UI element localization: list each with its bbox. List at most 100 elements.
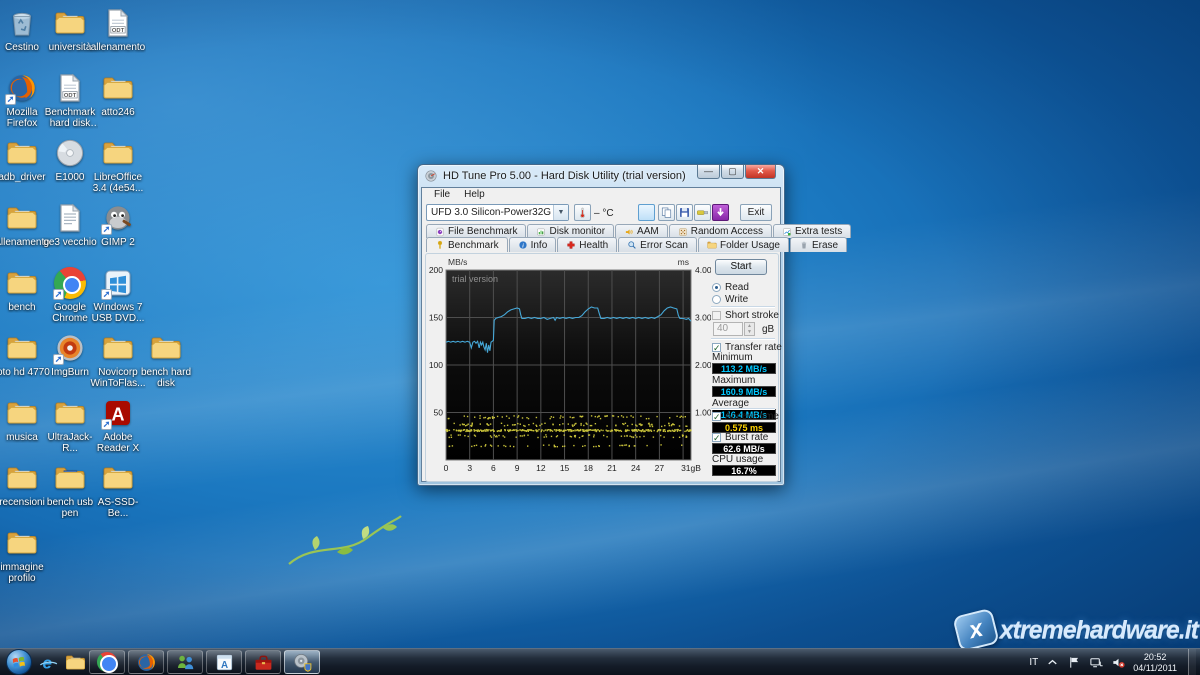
desktop-icon-windows-7-usb-dvd[interactable]: ➚Windows 7 USB DVD... [90, 266, 146, 324]
cpu-usage-value: 16.7% [712, 465, 776, 476]
folder-icon [5, 331, 39, 365]
divider [711, 408, 775, 410]
recycle-icon [5, 6, 39, 40]
shortcut-arrow-icon: ➚ [53, 354, 64, 365]
taskbar-item-messenger[interactable] [167, 650, 203, 674]
svg-text:50: 50 [434, 408, 444, 418]
desktop-icon-bench-hard-disk[interactable]: bench hard disk [138, 331, 194, 389]
desktop-icon-atto246[interactable]: atto246 [90, 71, 146, 118]
title-bar[interactable]: HD Tune Pro 5.00 - Hard Disk Utility (tr… [418, 165, 784, 187]
volume-muted-icon[interactable] [1111, 655, 1126, 670]
menu-item-file[interactable]: File [427, 188, 457, 202]
desktop-icon-as-ssd-be[interactable]: AS-SSD-Be... [90, 461, 146, 519]
stroke-size-input[interactable]: 40 [713, 322, 743, 336]
tab-file-benchmark[interactable]: File Benchmark [426, 224, 526, 238]
save-icon [678, 206, 691, 219]
tab-erase[interactable]: Erase [790, 237, 847, 252]
access-time-checkbox[interactable]: Access time [712, 411, 779, 422]
tab-label: Random Access [691, 226, 763, 237]
capture-button[interactable] [638, 204, 655, 221]
desktop-icon-label: LibreOffice 3.4 (4e54... [90, 172, 146, 194]
tab-info[interactable]: iInfo [509, 237, 557, 252]
tab-label: Extra tests [795, 226, 842, 237]
svg-text:31gB: 31gB [681, 463, 701, 473]
burst-rate-checkbox[interactable]: Burst rate [712, 432, 768, 443]
tab-folder-usage[interactable]: Folder Usage [698, 237, 789, 252]
taskbar-item-internet-explorer[interactable]: e [38, 650, 59, 674]
site-watermark: x xtremehardware.it [956, 612, 1198, 648]
copy-button[interactable] [658, 204, 675, 221]
taskbar-item-toolbox[interactable] [245, 650, 281, 674]
desktop-icon-gimp-2[interactable]: ➚GIMP 2 [90, 201, 146, 248]
taskbar-item-google-chrome[interactable] [89, 650, 125, 674]
menu-item-help[interactable]: Help [457, 188, 492, 202]
tab-aam[interactable]: AAM [615, 224, 668, 238]
usb-button[interactable] [694, 204, 711, 221]
svg-text:3: 3 [467, 463, 472, 473]
svg-text:12: 12 [536, 463, 546, 473]
taskbar-item-windows-explorer[interactable] [65, 650, 86, 674]
folder-icon [101, 331, 135, 365]
temperature-button[interactable] [574, 204, 591, 221]
system-tray: IT 20:52 04/11/2011 [1029, 649, 1196, 675]
tab-disk-monitor[interactable]: Disk monitor [527, 224, 614, 238]
minimize-button[interactable]: — [697, 165, 720, 179]
svg-text:15: 15 [560, 463, 570, 473]
hidden-icons-chevron-icon[interactable] [1045, 655, 1060, 670]
folder-icon [53, 6, 87, 40]
desktop-icon-label: Windows 7 USB DVD... [90, 302, 146, 324]
save-button[interactable] [676, 204, 693, 221]
disc-icon [53, 136, 87, 170]
odt-icon: ODT [53, 71, 87, 105]
spinner-arrows[interactable]: ▲▼ [744, 322, 755, 336]
radio-icon [712, 295, 721, 304]
action-center-flag-icon[interactable] [1067, 655, 1082, 670]
language-indicator[interactable]: IT [1029, 657, 1038, 668]
tab-random-access[interactable]: Random Access [669, 224, 772, 238]
clock[interactable]: 20:52 04/11/2011 [1133, 652, 1181, 674]
maximize-button[interactable]: ▢ [721, 165, 744, 179]
start-button[interactable]: Start [715, 259, 767, 275]
shortcut-arrow-icon: ➚ [101, 419, 112, 430]
maximum-label: Maximum [712, 375, 755, 386]
tab-benchmark[interactable]: Benchmark [426, 237, 508, 252]
tab-extra-tests[interactable]: Extra tests [773, 224, 851, 238]
desktop-icon-immagine-profilo[interactable]: immagine profilo [0, 526, 50, 584]
exit-button[interactable]: Exit [740, 204, 772, 221]
usb-icon [696, 206, 709, 219]
svg-text:150: 150 [429, 313, 443, 323]
show-desktop-button[interactable] [1188, 649, 1196, 675]
chrome-icon [97, 652, 117, 672]
vine-decoration [285, 498, 405, 573]
folder-icon [101, 136, 135, 170]
svg-text:ODT: ODT [112, 28, 125, 34]
desktop-icon-adobe-reader-x[interactable]: A➚Adobe Reader X [90, 396, 146, 454]
write-radio[interactable]: Write [712, 294, 748, 305]
update-button[interactable] [712, 204, 729, 221]
svg-text:ms: ms [678, 257, 689, 267]
checkbox-icon [712, 433, 721, 442]
taskbar-item-hdtune[interactable] [284, 650, 320, 674]
desktop-icon-label: allenamento [90, 42, 146, 53]
desktop-icon-label: immagine profilo [0, 562, 50, 584]
short-stroke-checkbox[interactable]: Short stroke [712, 310, 779, 321]
start-button[interactable] [6, 649, 32, 675]
network-icon[interactable] [1089, 655, 1104, 670]
svg-text:A: A [112, 405, 125, 425]
clock-date: 04/11/2011 [1133, 663, 1177, 674]
tab-health[interactable]: Health [557, 237, 617, 252]
desktop-icon-libreoffice-3-4-4e54[interactable]: LibreOffice 3.4 (4e54... [90, 136, 146, 194]
desktop-icon-allenamento[interactable]: ODT allenamento [90, 6, 146, 53]
read-radio[interactable]: Read [712, 282, 749, 293]
taskbar-item-live-writer[interactable]: A [206, 650, 242, 674]
drive-selector[interactable]: UFD 3.0 Silicon-Power32G (31 gB) ▼ [426, 204, 569, 221]
close-button[interactable]: ✕ [745, 165, 776, 179]
disk-monitor-icon [536, 227, 546, 237]
tab-error-scan[interactable]: Error Scan [618, 237, 697, 252]
folder-icon [5, 396, 39, 430]
svg-text:100: 100 [429, 360, 443, 370]
taskbar-item-firefox[interactable] [128, 650, 164, 674]
folder-usage-icon [707, 240, 717, 250]
aam-icon [624, 227, 634, 237]
svg-text:24: 24 [631, 463, 641, 473]
